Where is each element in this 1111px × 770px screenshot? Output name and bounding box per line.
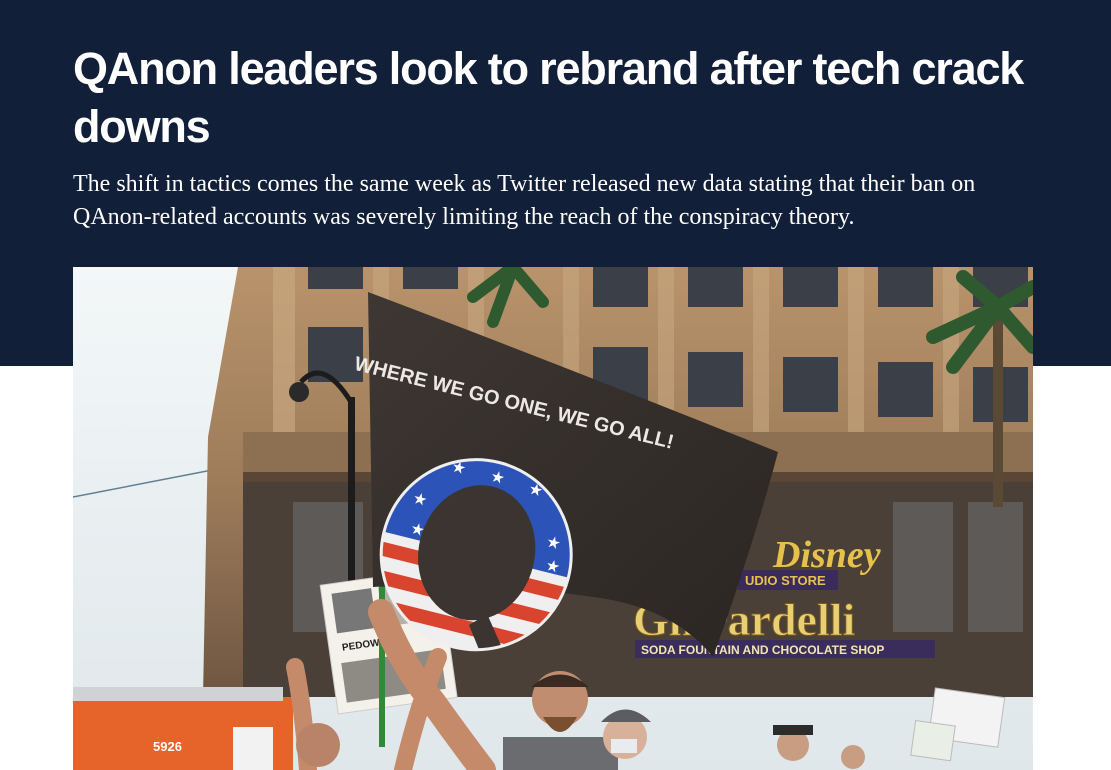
svg-text:Disney: Disney [772,534,881,576]
bus-number: 5926 [153,739,182,754]
svg-text:UDIO STORE: UDIO STORE [745,573,826,588]
hero-image: Disney UDIO STORE Ghirardelli SODA FOUNT… [73,267,1033,770]
shop-subtitle: SODA FOUNTAIN AND CHOCOLATE SHOP [641,643,884,657]
flag-pole [379,567,385,747]
article-dek: The shift in tactics comes the same week… [73,171,976,230]
article-headline: QAnon leaders look to rebrand after tech… [73,43,1024,152]
bus: 5926 [73,687,293,770]
